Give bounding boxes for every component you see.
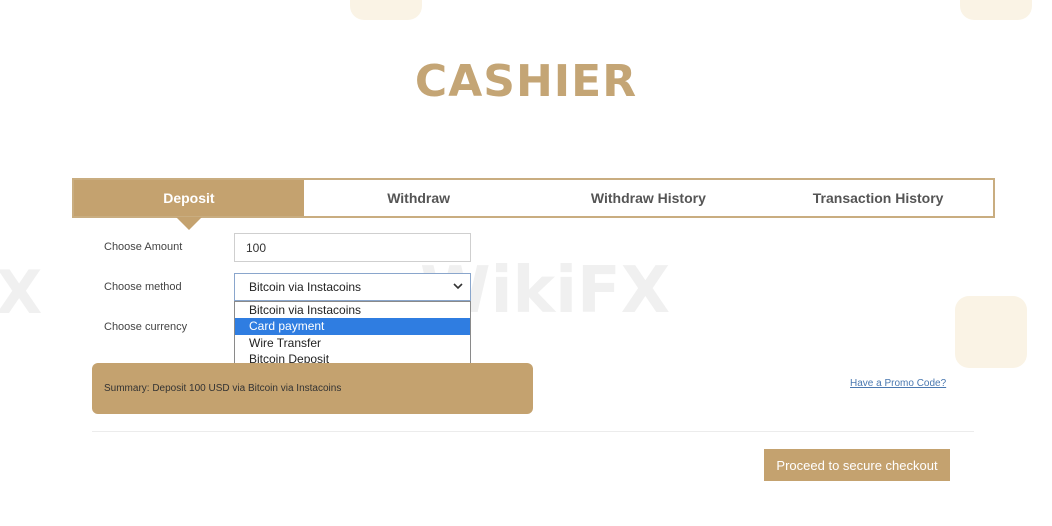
chevron-down-icon xyxy=(453,283,463,290)
method-option-bitcoin-instacoins[interactable]: Bitcoin via Instacoins xyxy=(235,302,470,318)
tab-withdraw-history[interactable]: Withdraw History xyxy=(534,180,764,216)
page-title: CASHIER xyxy=(414,56,638,107)
currency-label: Choose currency xyxy=(104,321,188,333)
watermark-logo-icon xyxy=(955,296,1027,368)
watermark-text: X xyxy=(0,258,43,328)
promo-code-link[interactable]: Have a Promo Code? xyxy=(850,378,946,389)
summary-box: Summary: Deposit 100 USD via Bitcoin via… xyxy=(92,363,533,414)
amount-input[interactable] xyxy=(234,233,471,262)
proceed-checkout-button[interactable]: Proceed to secure checkout xyxy=(764,449,950,481)
watermark-logo-icon xyxy=(350,0,422,20)
tab-transaction-history[interactable]: Transaction History xyxy=(763,180,993,216)
divider xyxy=(92,431,974,432)
watermark-logo-icon xyxy=(960,0,1032,20)
amount-label: Choose Amount xyxy=(104,241,183,253)
method-option-wire-transfer[interactable]: Wire Transfer xyxy=(235,335,470,351)
method-select[interactable]: Bitcoin via Instacoins xyxy=(234,273,471,301)
method-label: Choose method xyxy=(104,281,182,293)
summary-text: Summary: Deposit 100 USD via Bitcoin via… xyxy=(104,383,342,394)
tab-withdraw[interactable]: Withdraw xyxy=(304,180,534,216)
tab-deposit[interactable]: Deposit xyxy=(74,180,304,230)
method-option-card-payment[interactable]: Card payment xyxy=(235,318,470,335)
cashier-tabs: Deposit Withdraw Withdraw History Transa… xyxy=(72,178,995,230)
method-selected-value: Bitcoin via Instacoins xyxy=(249,280,362,294)
method-dropdown-list: Bitcoin via Instacoins Card payment Wire… xyxy=(234,301,471,368)
